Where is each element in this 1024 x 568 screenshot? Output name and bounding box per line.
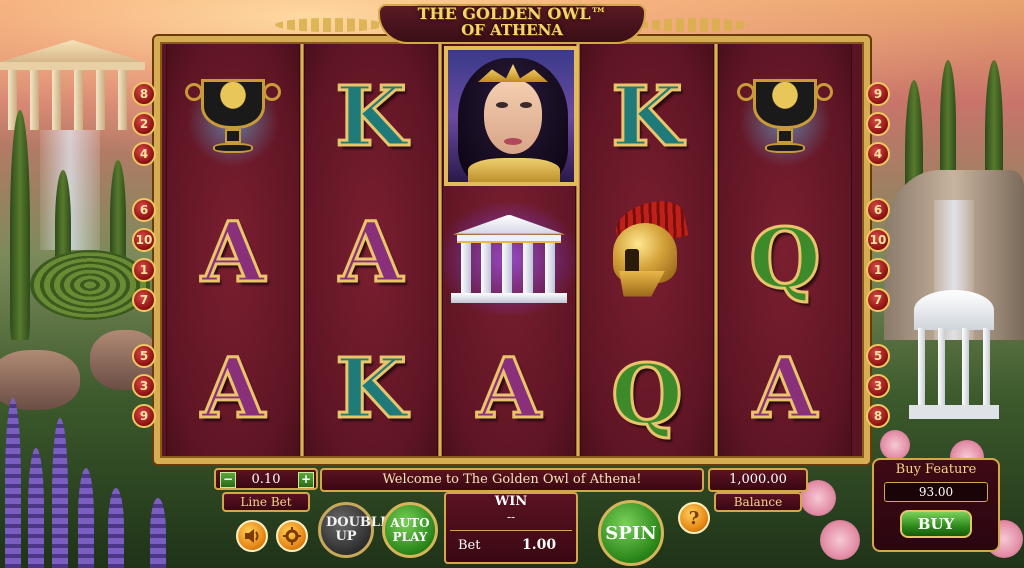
payline-marker-left[interactable]: 9 <box>132 404 156 428</box>
background-hedge-maze <box>30 250 150 320</box>
sound-button[interactable] <box>236 520 268 552</box>
symbol-letter-text: A <box>338 204 405 301</box>
line-bet-panel: − 0.10 + <box>214 468 318 490</box>
payline-marker-right[interactable]: 5 <box>866 344 890 368</box>
symbol-letter: K <box>580 48 714 185</box>
background-lavender <box>28 448 44 568</box>
auto-play-button[interactable]: AUTO PLAY <box>382 502 438 558</box>
payline-marker-right[interactable]: 3 <box>866 374 890 398</box>
double-up-button[interactable]: DOUBLE UP <box>318 502 390 558</box>
payline-marker-right[interactable]: 1 <box>866 258 890 282</box>
message-bar: Welcome to The Golden Owl of Athena! <box>320 468 704 492</box>
buy-feature-price: 93.00 <box>918 485 954 499</box>
spin-button[interactable]: SPIN <box>598 500 664 566</box>
symbol-letter-text: K <box>334 68 408 165</box>
symbol-letter-text: A <box>200 340 267 437</box>
win-bet-divider <box>450 530 572 531</box>
background-lavender <box>52 418 68 568</box>
payline-marker-left[interactable]: 6 <box>132 198 156 222</box>
buy-feature-panel: Buy Feature 93.00 BUY <box>872 458 1000 552</box>
symbol-spartan-helmet <box>580 184 714 321</box>
symbol-letter: K <box>304 48 438 185</box>
symbol-letter: A <box>166 184 300 321</box>
bet-label: Bet <box>458 538 481 553</box>
payline-marker-left[interactable]: 2 <box>132 112 156 136</box>
win-bet-panel: WIN -- Bet 1.00 <box>444 492 578 564</box>
bet-value: 1.00 <box>522 537 557 553</box>
payline-marker-right[interactable]: 10 <box>866 228 890 252</box>
buy-feature-title: Buy Feature <box>895 462 977 477</box>
speaker-icon <box>245 529 259 543</box>
payline-marker-left[interactable]: 3 <box>132 374 156 398</box>
payline-marker-left[interactable]: 10 <box>132 228 156 252</box>
symbol-letter-text: A <box>200 204 267 301</box>
symbol-letter-text: A <box>476 340 543 437</box>
buy-button-label: BUY <box>917 515 955 533</box>
symbol-athena-portrait <box>444 46 578 186</box>
win-label: WIN <box>494 494 528 509</box>
symbol-letter: Q <box>718 190 852 327</box>
payline-marker-left[interactable]: 5 <box>132 344 156 368</box>
payline-marker-left[interactable]: 8 <box>132 82 156 106</box>
symbol-letter-text: K <box>334 340 408 437</box>
balance-panel: 1,000.00 <box>708 468 808 492</box>
symbol-letter: A <box>718 320 852 457</box>
symbol-letter-text: K <box>610 68 684 165</box>
background-gazebo <box>904 290 1004 420</box>
buy-feature-price-box: 93.00 <box>884 482 988 502</box>
symbol-letter: Q <box>580 326 714 463</box>
line-bet-label: Line Bet <box>240 495 292 509</box>
symbol-urn <box>166 52 300 189</box>
payline-marker-right[interactable]: 6 <box>866 198 890 222</box>
line-bet-value: 0.10 <box>251 472 281 487</box>
background-lavender <box>78 468 94 568</box>
help-button[interactable]: ? <box>678 502 710 534</box>
balance-label-plate: Balance <box>714 492 802 512</box>
balance-label: Balance <box>733 495 783 509</box>
logo-line-1: THE GOLDEN OWL™ <box>417 4 607 23</box>
background-lavender <box>5 398 21 568</box>
auto-play-label: AUTO PLAY <box>390 516 430 544</box>
background-cypress-tree <box>10 110 30 340</box>
symbol-letter: K <box>304 320 438 457</box>
buy-button[interactable]: BUY <box>900 510 972 538</box>
payline-marker-right[interactable]: 9 <box>866 82 890 106</box>
help-icon: ? <box>688 507 700 529</box>
payline-marker-left[interactable]: 1 <box>132 258 156 282</box>
symbol-letter: A <box>166 320 300 457</box>
line-bet-minus-button[interactable]: − <box>220 472 236 488</box>
welcome-message: Welcome to The Golden Owl of Athena! <box>382 472 642 487</box>
laurel-left-decoration <box>275 18 385 32</box>
payline-marker-left[interactable]: 4 <box>132 142 156 166</box>
background-rose <box>880 430 910 460</box>
game-logo: THE GOLDEN OWL™ OF ATHENA <box>378 5 646 39</box>
gear-icon <box>283 527 301 545</box>
double-up-label: DOUBLE UP <box>326 515 390 544</box>
settings-button[interactable] <box>276 520 308 552</box>
symbol-letter: A <box>304 184 438 321</box>
win-value: -- <box>506 510 516 524</box>
payline-marker-left[interactable]: 7 <box>132 288 156 312</box>
symbol-letter-text: A <box>752 340 819 437</box>
balance-value: 1,000.00 <box>729 472 787 487</box>
logo-line-2: OF ATHENA <box>461 21 563 39</box>
payline-marker-right[interactable]: 8 <box>866 404 890 428</box>
spin-label: SPIN <box>605 522 657 544</box>
background-lavender <box>150 498 166 568</box>
background-lavender <box>108 488 124 568</box>
symbol-letter-text: Q <box>610 346 684 443</box>
background-rose <box>820 520 860 560</box>
payline-marker-right[interactable]: 7 <box>866 288 890 312</box>
line-bet-plus-button[interactable]: + <box>298 472 314 488</box>
payline-marker-right[interactable]: 4 <box>866 142 890 166</box>
laurel-right-decoration <box>640 18 750 32</box>
line-bet-label-plate: Line Bet <box>222 492 310 512</box>
symbol-letter-text: Q <box>748 210 822 307</box>
symbol-urn <box>718 52 852 189</box>
symbol-letter: A <box>442 320 576 457</box>
symbol-parthenon <box>441 190 577 327</box>
payline-marker-right[interactable]: 2 <box>866 112 890 136</box>
